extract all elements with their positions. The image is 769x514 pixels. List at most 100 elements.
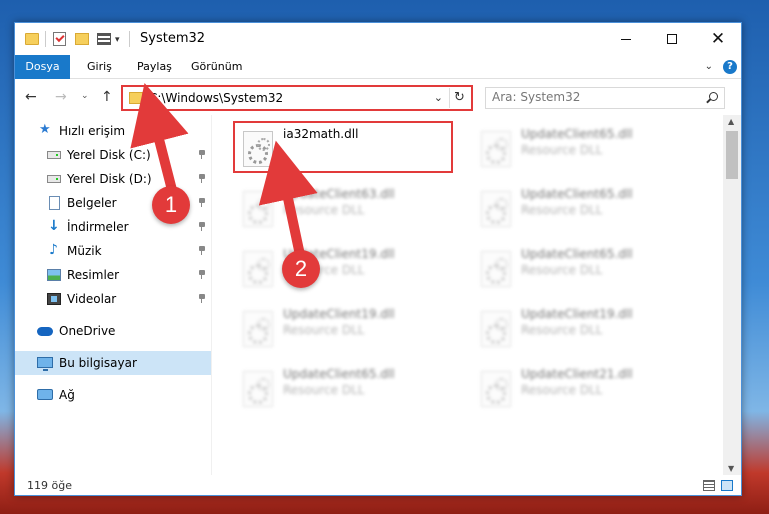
large-icons-view-icon[interactable] xyxy=(721,480,733,491)
properties-icon[interactable] xyxy=(53,32,66,46)
pin-icon[interactable] xyxy=(199,222,205,231)
download-icon: ↓ xyxy=(48,218,60,234)
pin-icon[interactable] xyxy=(199,294,205,303)
file-name: UpdateClient65.dll xyxy=(521,127,633,141)
scroll-thumb[interactable] xyxy=(726,131,738,179)
file-item[interactable]: UpdateClient65.dll Resource DLL xyxy=(473,243,693,295)
sidebar-item-label: Videolar xyxy=(67,292,117,306)
search-box[interactable] xyxy=(485,87,725,109)
maximize-button[interactable] xyxy=(649,23,695,55)
search-input[interactable] xyxy=(492,90,692,104)
file-name: UpdateClient65.dll xyxy=(521,187,633,201)
videos-icon xyxy=(47,293,61,305)
up-button[interactable]: ↑ xyxy=(101,89,113,105)
sidebar-item-local-disk-d[interactable]: Yerel Disk (D:) xyxy=(15,167,211,191)
sidebar-item-videos[interactable]: Videolar xyxy=(15,287,211,311)
toolbar-separator xyxy=(45,31,46,47)
help-icon[interactable]: ? xyxy=(723,60,737,74)
sidebar-item-label: Resimler xyxy=(67,268,120,282)
file-item[interactable]: UpdateClient19.dll Resource DLL xyxy=(235,243,455,295)
sidebar-item-network[interactable]: Ağ xyxy=(15,383,211,407)
file-name: ia32math.dll xyxy=(283,127,359,141)
sidebar-item-pictures[interactable]: Resimler xyxy=(15,263,211,287)
sidebar-item-label: Müzik xyxy=(67,244,102,258)
address-path[interactable]: C:\Windows\System32 xyxy=(149,91,283,105)
file-type: Resource DLL xyxy=(521,263,603,277)
tab-file[interactable]: Dosya xyxy=(15,55,70,79)
minimize-button[interactable] xyxy=(603,23,649,55)
close-button[interactable]: ✕ xyxy=(695,23,741,55)
file-name: UpdateClient65.dll xyxy=(283,367,395,381)
sidebar-item-label: Hızlı erişim xyxy=(59,124,126,138)
scroll-up-icon[interactable]: ▲ xyxy=(728,117,734,126)
sidebar-item-label: Yerel Disk (C:) xyxy=(67,148,151,162)
pictures-icon xyxy=(47,269,61,281)
file-name: UpdateClient21.dll xyxy=(521,367,633,381)
window-title: System32 xyxy=(140,31,206,46)
dll-file-icon xyxy=(481,371,511,407)
new-folder-icon[interactable] xyxy=(75,33,89,45)
address-dropdown-icon[interactable]: ⌄ xyxy=(434,91,443,104)
sidebar-item-onedrive[interactable]: OneDrive xyxy=(15,319,211,343)
file-item[interactable]: UpdateClient65.dll Resource DLL xyxy=(473,123,693,175)
network-icon xyxy=(37,389,53,400)
dll-file-icon xyxy=(481,131,511,167)
refresh-button[interactable]: ↻ xyxy=(449,88,469,108)
pane-divider[interactable] xyxy=(211,115,212,475)
pin-icon[interactable] xyxy=(199,270,205,279)
star-icon: ★ xyxy=(39,122,51,137)
file-type: Resource DLL xyxy=(521,323,603,337)
file-name: UpdateClient63.dll xyxy=(283,187,395,201)
file-item[interactable]: UpdateClient63.dll Resource DLL xyxy=(235,183,455,235)
file-item[interactable]: UpdateClient65.dll Resource DLL xyxy=(473,183,693,235)
music-icon: ♪ xyxy=(49,242,58,258)
dll-file-icon xyxy=(481,191,511,227)
file-type: Resource DLL xyxy=(521,143,603,157)
file-list: ia32math.dll UpdateClient65.dll Resource… xyxy=(213,115,723,475)
step-2-marker: 2 xyxy=(282,250,320,288)
sidebar-item-label: Ağ xyxy=(59,388,75,402)
tab-home[interactable]: Giriş xyxy=(75,55,124,79)
expand-ribbon-icon[interactable]: ⌄ xyxy=(705,61,713,72)
tab-view[interactable]: Görünüm xyxy=(179,55,254,79)
dll-file-icon xyxy=(243,311,273,347)
file-item[interactable]: UpdateClient65.dll Resource DLL xyxy=(235,363,455,415)
dll-file-icon xyxy=(243,131,273,167)
title-bar: ▾ System32 ✕ xyxy=(15,23,741,55)
folder-icon xyxy=(25,33,39,45)
search-icon[interactable] xyxy=(709,92,718,101)
dll-file-icon xyxy=(243,191,273,227)
recent-locations-dropdown-icon[interactable]: ⌄ xyxy=(81,91,89,101)
file-item[interactable]: UpdateClient21.dll Resource DLL xyxy=(473,363,693,415)
pin-icon[interactable] xyxy=(199,198,205,207)
step-1-marker: 1 xyxy=(152,186,190,224)
quick-access-dropdown-icon[interactable]: ▾ xyxy=(115,35,120,45)
sidebar-item-label: OneDrive xyxy=(59,324,116,338)
sidebar-item-local-disk-c[interactable]: Yerel Disk (C:) xyxy=(15,143,211,167)
back-button[interactable]: ← xyxy=(25,89,37,105)
scroll-down-icon[interactable]: ▼ xyxy=(728,464,734,473)
ribbon: Dosya Giriş Paylaş Görünüm ⌄ ? xyxy=(15,55,741,79)
file-item[interactable]: UpdateClient19.dll Resource DLL xyxy=(235,303,455,355)
tab-share[interactable]: Paylaş xyxy=(125,55,184,79)
details-view-icon[interactable] xyxy=(703,480,715,491)
pin-icon[interactable] xyxy=(199,150,205,159)
sidebar-item-label: Belgeler xyxy=(67,196,117,210)
file-item[interactable]: UpdateClient19.dll Resource DLL xyxy=(473,303,693,355)
sidebar-item-quick-access[interactable]: ★ Hızlı erişim xyxy=(15,119,211,143)
dll-file-icon xyxy=(481,251,511,287)
sidebar-item-this-pc[interactable]: Bu bilgisayar xyxy=(15,351,211,375)
forward-button[interactable]: → xyxy=(55,89,67,105)
disk-icon xyxy=(47,151,61,159)
pin-icon[interactable] xyxy=(199,246,205,255)
item-count: 119 öğe xyxy=(27,479,72,492)
sidebar-item-label: Bu bilgisayar xyxy=(59,356,137,370)
address-bar[interactable]: C:\Windows\System32 ⌄ ↻ xyxy=(121,85,473,111)
view-icon[interactable] xyxy=(97,33,111,45)
pin-icon[interactable] xyxy=(199,174,205,183)
navigation-pane: ★ Hızlı erişim Yerel Disk (C:) Yerel Dis… xyxy=(15,115,211,475)
vertical-scrollbar[interactable]: ▲ ▼ xyxy=(723,115,741,475)
file-item-ia32math[interactable]: ia32math.dll xyxy=(233,121,453,173)
sidebar-item-music[interactable]: ♪ Müzik xyxy=(15,239,211,263)
computer-icon xyxy=(37,357,53,371)
